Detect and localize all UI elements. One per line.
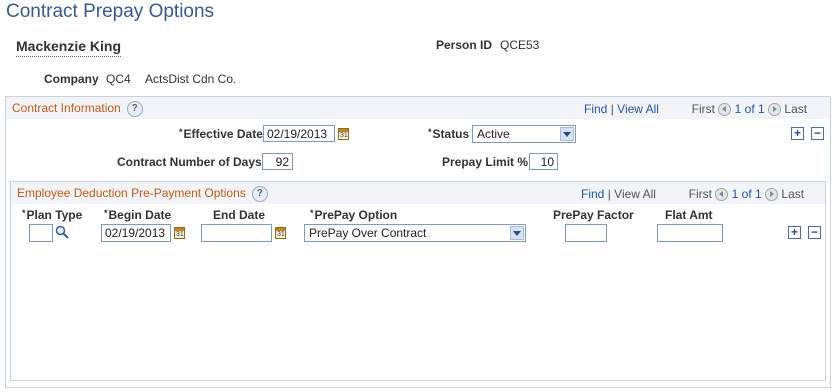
prepay-options-header: Employee Deduction Pre-Payment Options? … — [11, 182, 825, 204]
prepay-limit-input[interactable] — [529, 153, 558, 170]
chevron-down-icon[interactable] — [510, 226, 524, 240]
begin-date-header: *Begin Date — [104, 208, 172, 222]
company-name: ActsDist Cdn Co. — [145, 72, 237, 86]
last-label: Last — [781, 187, 805, 201]
view-all-link[interactable]: View All — [614, 187, 656, 201]
prepay-nav: Find | View All First 1 of 1 Last — [581, 187, 805, 202]
calendar-icon[interactable]: 31 — [275, 227, 286, 239]
delete-row-button[interactable]: − — [811, 127, 824, 140]
contract-information-section: Contract Information? Find | View All Fi… — [5, 96, 831, 388]
begin-date-input[interactable] — [101, 224, 171, 242]
find-link[interactable]: Find — [581, 187, 604, 201]
prepay-option-header: *PrePay Option — [310, 208, 398, 222]
nav-separator: | — [610, 102, 614, 116]
contract-days-label: Contract Number of Days — [117, 155, 262, 169]
add-row-button[interactable]: + — [791, 127, 804, 140]
next-row-icon[interactable] — [765, 188, 779, 202]
company-code: QC4 — [106, 72, 131, 86]
row-count: 1 of 1 — [731, 187, 762, 201]
delete-row-button[interactable]: − — [808, 226, 821, 239]
lookup-icon[interactable] — [55, 225, 69, 239]
first-label: First — [688, 187, 712, 201]
prepay-option-value: PrePay Over Contract — [309, 226, 427, 240]
nav-separator: | — [607, 187, 611, 201]
previous-row-icon[interactable] — [715, 188, 729, 202]
effective-date-input[interactable] — [263, 125, 335, 142]
flat-amt-input[interactable] — [657, 224, 723, 242]
prepay-options-title-text: Employee Deduction Pre-Payment Options — [17, 186, 246, 201]
help-icon[interactable]: ? — [251, 186, 268, 202]
status-value: Active — [477, 127, 510, 141]
page-title: Contract Prepay Options — [6, 1, 215, 22]
flat-amt-header: Flat Amt — [665, 208, 713, 222]
contract-days-input[interactable] — [262, 153, 293, 170]
company-label: Company — [44, 72, 99, 86]
plan-type-input[interactable] — [29, 224, 53, 242]
end-date-header: End Date — [213, 208, 266, 222]
prepay-factor-header: PrePay Factor — [553, 208, 634, 222]
prepay-options-title: Employee Deduction Pre-Payment Options? — [17, 186, 268, 202]
add-row-button[interactable]: + — [788, 226, 801, 239]
contract-information-title-text: Contract Information — [12, 101, 121, 116]
plan-type-header: *Plan Type — [22, 208, 83, 222]
effective-date-label: *Effective Date — [179, 127, 263, 141]
prepay-limit-label: Prepay Limit % — [442, 155, 529, 169]
calendar-icon[interactable]: 31 — [338, 128, 349, 140]
end-date-input[interactable] — [201, 224, 272, 242]
view-all-link[interactable]: View All — [617, 102, 659, 116]
last-label: Last — [784, 102, 808, 116]
first-label: First — [691, 102, 715, 116]
status-label: *Status — [428, 127, 470, 141]
prepay-option-select[interactable]: PrePay Over Contract — [304, 224, 526, 242]
prepay-factor-input[interactable] — [565, 224, 607, 242]
person-id-value: QCE53 — [500, 38, 540, 52]
next-row-icon[interactable] — [768, 103, 782, 117]
contract-information-header: Contract Information? Find | View All Fi… — [6, 97, 830, 119]
row-count: 1 of 1 — [734, 102, 765, 116]
employee-name: Mackenzie King — [16, 38, 122, 57]
contract-information-title: Contract Information? — [12, 101, 143, 117]
find-link[interactable]: Find — [584, 102, 607, 116]
person-id-label: Person ID — [436, 38, 493, 52]
prepay-options-section: Employee Deduction Pre-Payment Options? … — [10, 181, 826, 381]
status-select[interactable]: Active — [472, 125, 576, 143]
contract-nav: Find | View All First 1 of 1 Last — [584, 102, 808, 117]
previous-row-icon[interactable] — [718, 103, 732, 117]
calendar-icon[interactable]: 31 — [174, 227, 185, 239]
chevron-down-icon[interactable] — [560, 127, 574, 141]
help-icon[interactable]: ? — [126, 101, 143, 117]
